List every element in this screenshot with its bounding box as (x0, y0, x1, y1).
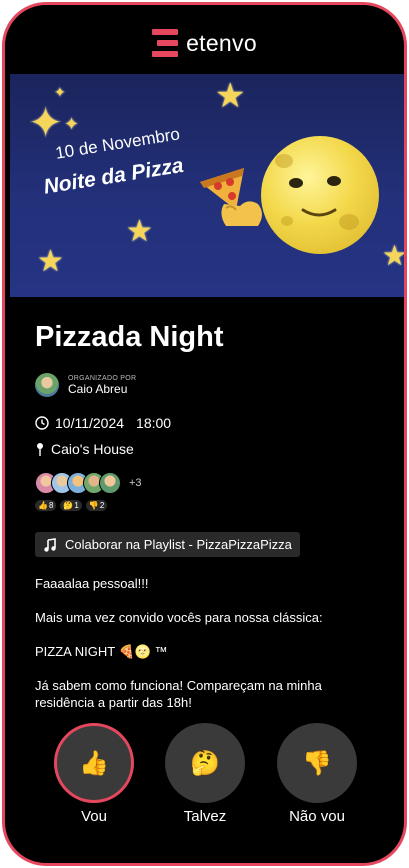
event-time: 18:00 (136, 415, 172, 431)
star-icon: ★ (215, 77, 246, 115)
attendee-avatars[interactable]: +3 (35, 472, 142, 494)
thumbs-down-icon: 👎 (88, 501, 99, 510)
star-icon: ✦ (28, 99, 64, 146)
moon-face-icon (261, 136, 379, 254)
pizza-hand-icon (200, 168, 262, 226)
rsvp-yes-button[interactable]: 👍 Vou (54, 723, 134, 825)
reaction-count: 8 (48, 501, 54, 510)
reaction-count: 1 (74, 501, 79, 510)
description-line: PIZZA NIGHT 🍕🌝 ™ (35, 644, 168, 659)
phone-frame: etenvo ✦ ✦ ✦ ★ ★ ★ ★ ★ 10 de Novembro No… (2, 2, 407, 866)
rsvp-buttons: 👍 Vou 🤔 Talvez 👎 Não vou (5, 723, 404, 833)
organizer-avatar (35, 373, 59, 397)
organizer: ORGANIZADO POR Caio Abreu (35, 373, 136, 397)
rsvp-no-button[interactable]: 👎 Não vou (277, 723, 357, 825)
rsvp-yes-label: Vou (81, 808, 107, 825)
more-attendees-count: +3 (129, 477, 142, 489)
rsvp-maybe-label: Talvez (183, 808, 227, 825)
playlist-button[interactable]: Colaborar na Playlist - PizzaPizzaPizza (35, 532, 300, 557)
event-description: Faaaalaa pessoal!!! Mais uma vez convido… (35, 575, 380, 728)
thinking-face-icon: 🤔 (63, 501, 74, 510)
thinking-face-icon[interactable]: 🤔 (165, 723, 245, 803)
reaction-counts: 👍 8 🤔 1 👎 2 (35, 500, 108, 511)
organizer-name: Caio Abreu (68, 381, 128, 396)
app-name: etenvo (186, 29, 257, 56)
thumbs-up-icon[interactable]: 👍 (54, 723, 134, 803)
thumbs-down-icon[interactable]: 👎 (277, 723, 357, 803)
description-line: Faaaalaa pessoal!!! (35, 576, 149, 591)
rsvp-maybe-button[interactable]: 🤔 Talvez (165, 723, 245, 825)
event-location[interactable]: Caio's House (35, 441, 134, 457)
star-icon: ★ (382, 239, 404, 272)
app-logo: etenvo (5, 29, 404, 57)
reaction-maybe: 🤔 1 (60, 500, 82, 511)
thumbs-up-icon: 👍 (38, 501, 48, 510)
music-note-icon (44, 537, 56, 552)
description-line: Mais uma vez convido vocês para nossa cl… (35, 610, 323, 625)
event-banner: ✦ ✦ ✦ ★ ★ ★ ★ ★ 10 de Novembro Noite da … (10, 74, 404, 297)
reaction-yes: 👍 8 (35, 500, 57, 511)
location-text: Caio's House (51, 441, 134, 457)
reaction-count: 2 (99, 501, 105, 510)
playlist-label: Colaborar na Playlist - PizzaPizzaPizza (65, 537, 292, 552)
description-line: Já sabem como funciona! Compareçam na mi… (35, 678, 322, 710)
etenvo-logo-icon (152, 29, 179, 57)
event-date: 10/11/2024 (55, 415, 125, 431)
reaction-no: 👎 2 (85, 500, 108, 511)
event-datetime: 10/11/2024 18:00 (35, 415, 171, 431)
pin-icon (37, 443, 43, 456)
star-icon: ★ (37, 245, 64, 278)
organizer-label: ORGANIZADO POR (68, 374, 137, 382)
star-icon: ★ (126, 215, 153, 248)
star-icon: ✦ (64, 114, 80, 134)
clock-icon (35, 416, 49, 430)
rsvp-no-label: Não vou (289, 808, 345, 825)
event-title: Pizzada Night (35, 321, 224, 353)
avatar (99, 472, 121, 494)
star-icon: ✦ (54, 84, 66, 100)
